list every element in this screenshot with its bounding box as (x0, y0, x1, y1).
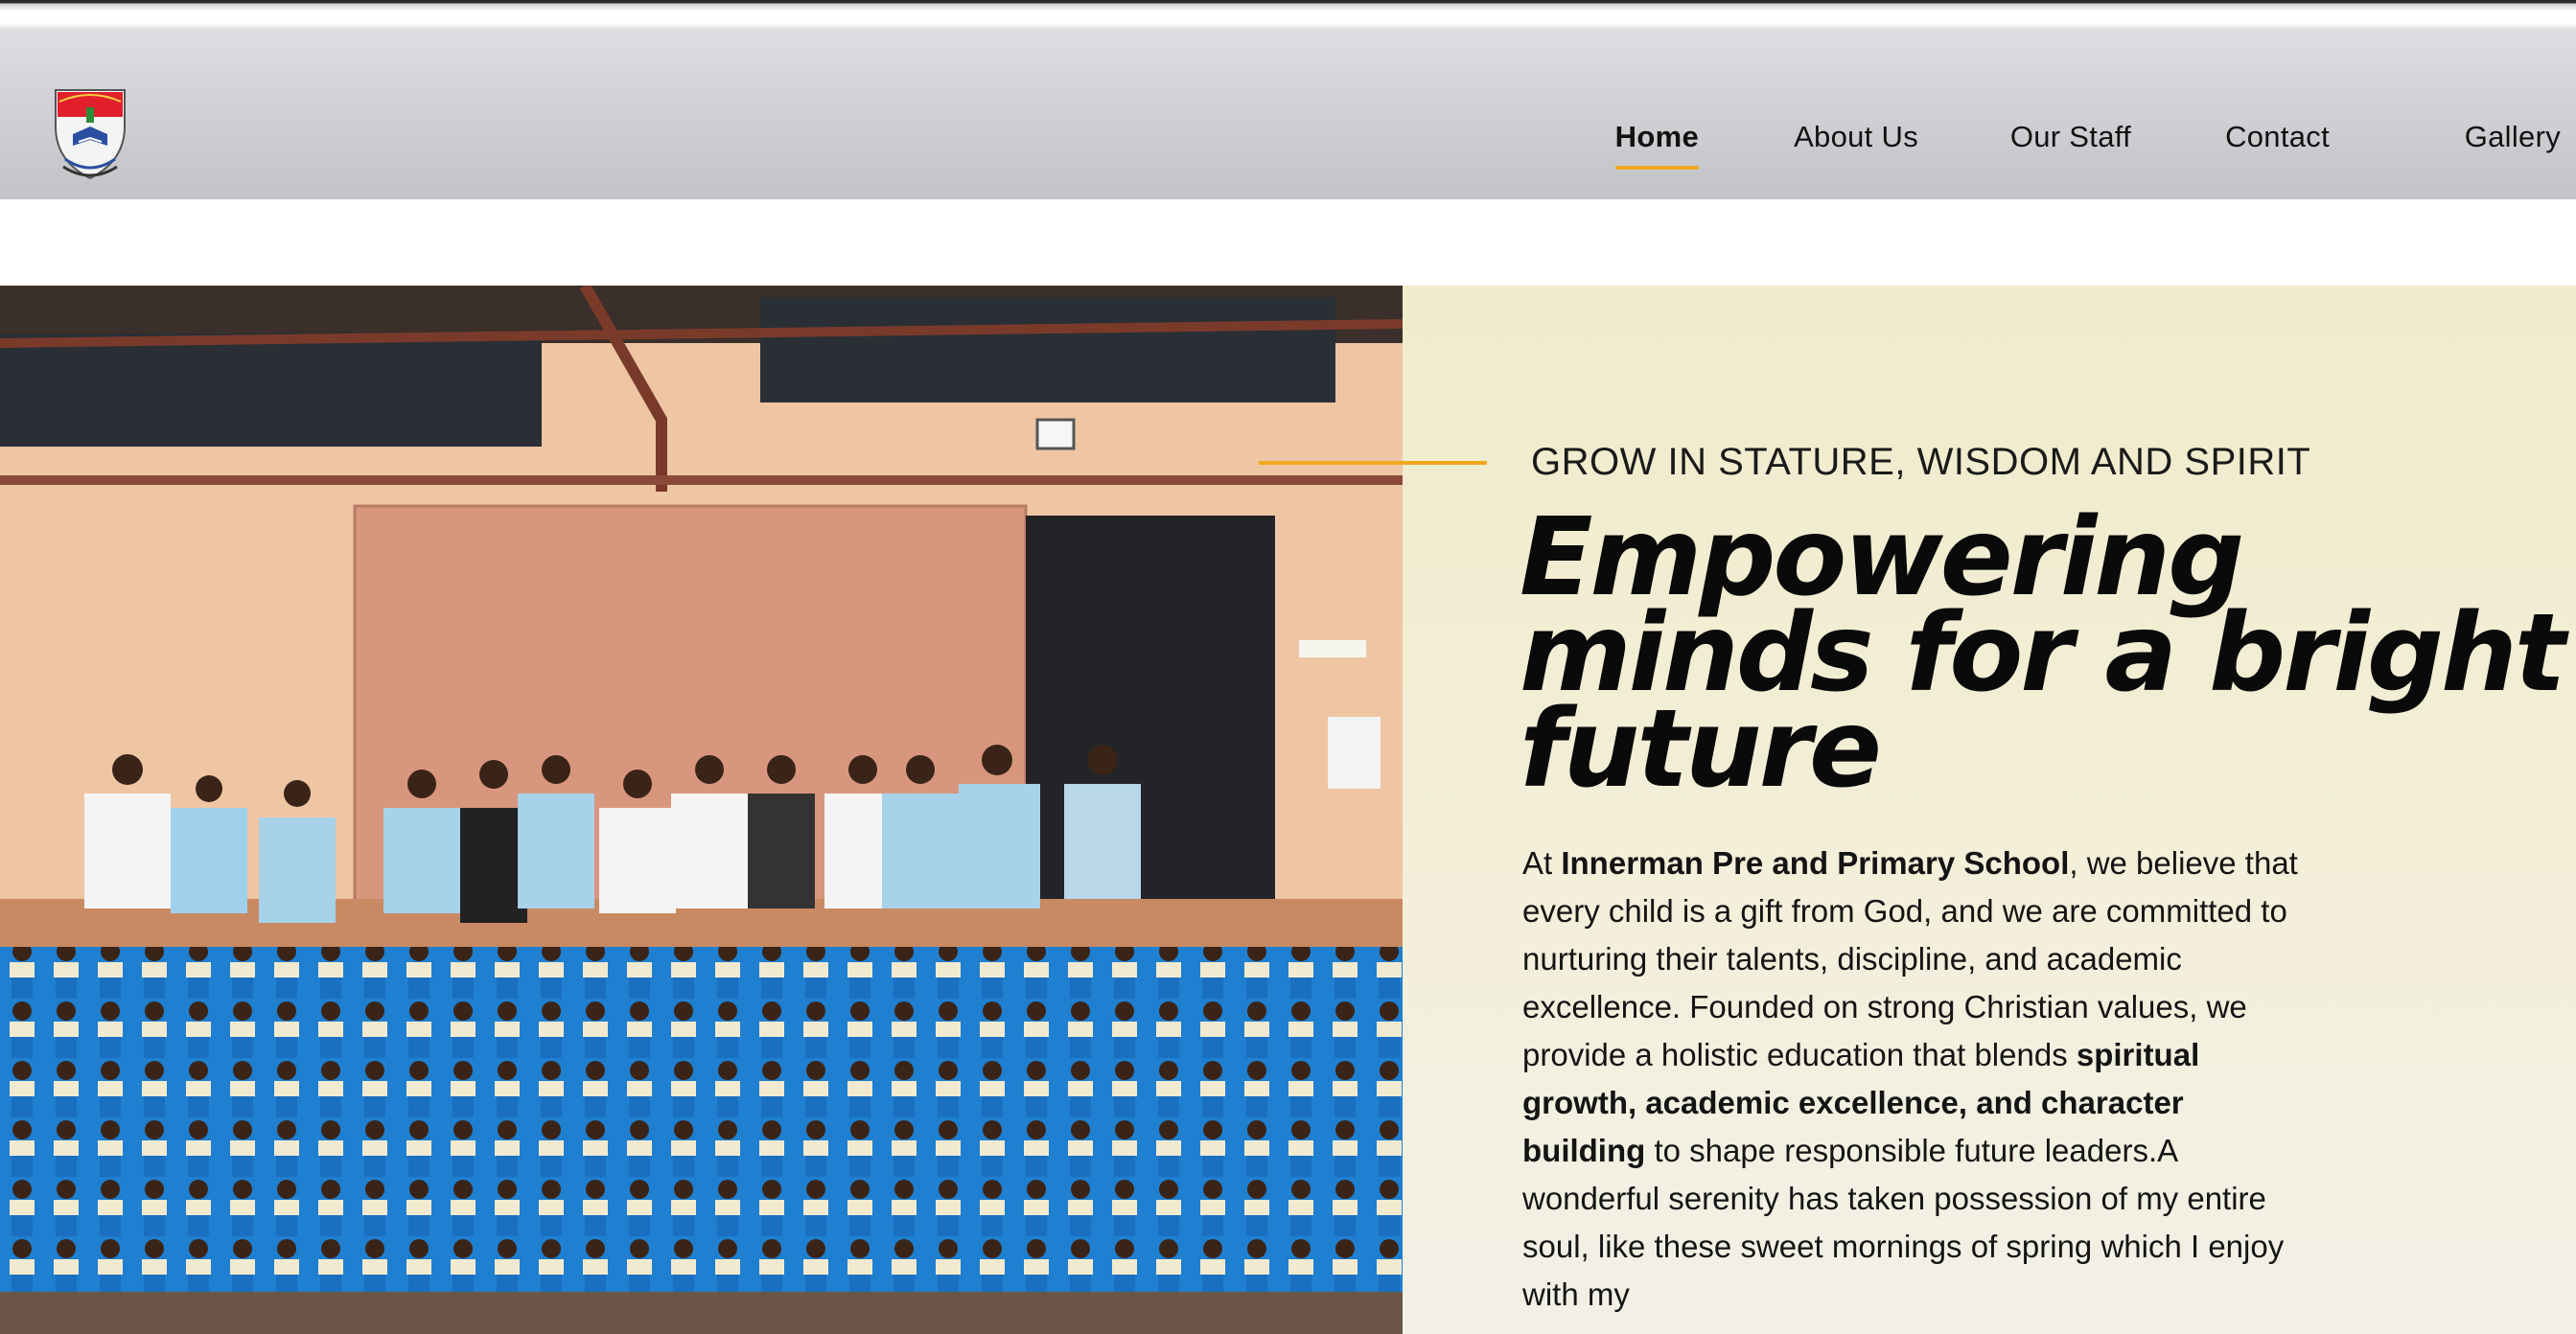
nav-item-our-staff[interactable]: Our Staff (2010, 120, 2131, 154)
nav-item-label: About Us (1794, 120, 1918, 153)
browser-top-strip (0, 0, 2576, 29)
nav-item-about-us[interactable]: About Us (1794, 120, 1918, 154)
active-nav-indicator (1614, 166, 1699, 170)
tagline-accent-line (1259, 461, 1487, 465)
school-group-photo (0, 286, 1403, 1334)
school-crest-icon[interactable] (50, 84, 130, 182)
nav-item-home[interactable]: Home (1614, 120, 1699, 170)
nav-item-label: Contact (2225, 120, 2330, 153)
nav-item-label: Home (1614, 120, 1699, 153)
hero-intro-text: At Innerman Pre and Primary School, we b… (1522, 840, 2309, 1319)
headline-line: future (1520, 687, 1882, 812)
hero-headline: Empowering minds for a bright future (1520, 504, 2565, 803)
site-header: Home About Us Our Staff Contact Gallery (0, 29, 2576, 199)
school-name-bold: Innerman Pre and Primary School (1561, 845, 2070, 881)
nav-item-label: Our Staff (2009, 120, 2131, 153)
intro-text: At (1522, 845, 1562, 881)
hero-tagline: GROW IN STATURE, WISDOM AND SPIRIT (1531, 441, 2311, 483)
nav-item-gallery[interactable]: Gallery (2465, 120, 2561, 154)
nav-item-label: Gallery (2464, 120, 2561, 153)
nav-item-contact[interactable]: Contact (2225, 120, 2330, 154)
